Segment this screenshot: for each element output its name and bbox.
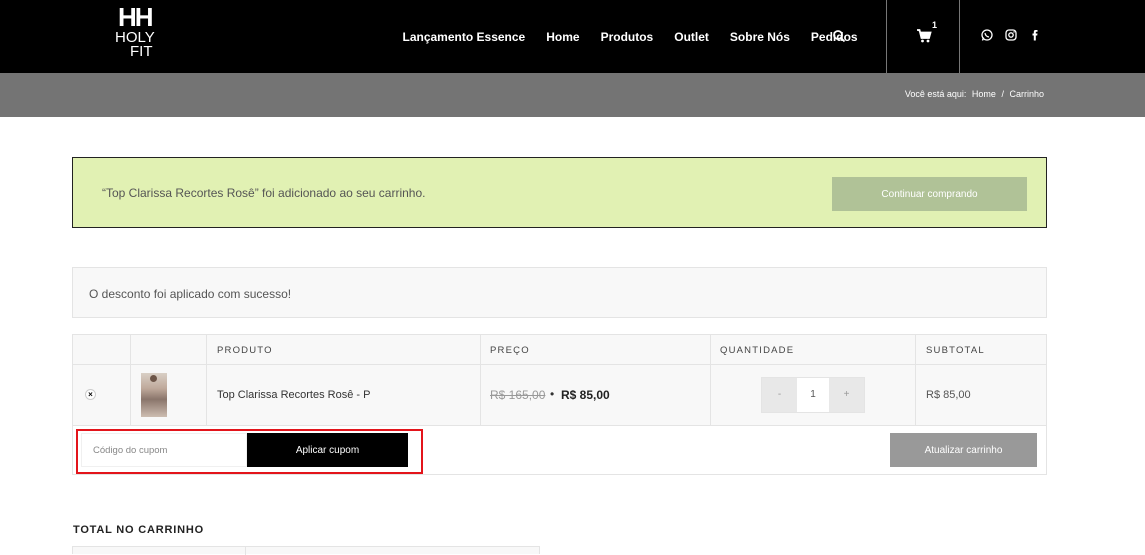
quantity-decrease-button[interactable]: - — [762, 378, 797, 412]
column-divider — [206, 335, 207, 426]
instagram-icon[interactable] — [1004, 28, 1018, 42]
coupon-highlight-box — [76, 429, 423, 474]
header-subtotal: SUBTOTAL — [926, 345, 985, 356]
shopping-cart-icon[interactable] — [916, 28, 932, 44]
nav-home[interactable]: Home — [546, 30, 579, 44]
nav-lancamento-essence[interactable]: Lançamento Essence — [403, 30, 526, 44]
nav-outlet[interactable]: Outlet — [674, 30, 709, 44]
header-price: PREÇO — [490, 345, 530, 356]
product-name-link[interactable]: Top Clarissa Recortes Rosê - P — [217, 389, 370, 401]
row-subtotal: R$ 85,00 — [926, 389, 971, 401]
header-divider — [959, 0, 960, 73]
header-quantity: QUANTIDADE — [720, 345, 795, 356]
header-divider — [886, 0, 887, 73]
product-thumbnail[interactable] — [141, 373, 167, 417]
column-divider — [480, 335, 481, 426]
column-divider — [915, 335, 916, 426]
sale-price: R$ 85,00 — [561, 388, 610, 402]
breadcrumb-current: Carrinho — [1009, 89, 1044, 99]
notice-message: “Top Clarissa Recortes Rosê” foi adicion… — [102, 186, 426, 200]
quantity-increase-button[interactable]: + — [829, 378, 864, 412]
quantity-stepper: - + — [761, 377, 865, 413]
search-icon[interactable] — [832, 29, 846, 43]
breadcrumb-prefix: Você está aqui: — [904, 89, 967, 99]
nav-produtos[interactable]: Produtos — [601, 30, 654, 44]
breadcrumb: Você está aqui: Home / Carrinho — [902, 89, 1044, 99]
main-nav: Lançamento Essence Home Produtos Outlet … — [392, 0, 868, 73]
logo-text-fit: FIT — [130, 43, 153, 60]
discount-applied-message: O desconto foi aplicado com sucesso! — [72, 267, 1047, 318]
column-divider — [710, 335, 711, 426]
price-separator: • — [550, 387, 555, 401]
cart-table-header: PRODUTO PREÇO QUANTIDADE SUBTOTAL — [73, 335, 1046, 365]
logo-monogram: HH — [118, 2, 154, 32]
column-divider — [130, 335, 131, 426]
remove-item-icon[interactable]: × — [85, 389, 96, 400]
update-cart-button[interactable]: Atualizar carrinho — [890, 433, 1037, 467]
cart-count-badge: 1 — [932, 20, 938, 30]
site-header: HH HOLY FIT Lançamento Essence Home Prod… — [0, 0, 1145, 73]
discount-message-text: O desconto foi aplicado com sucesso! — [89, 287, 292, 301]
facebook-icon[interactable] — [1028, 28, 1042, 42]
added-to-cart-notice: “Top Clarissa Recortes Rosê” foi adicion… — [72, 157, 1047, 228]
cart-table: PRODUTO PREÇO QUANTIDADE SUBTOTAL × Top … — [72, 334, 1047, 475]
header-product: PRODUTO — [217, 345, 273, 356]
continue-shopping-button[interactable]: Continuar comprando — [832, 177, 1027, 211]
holyfit-logo[interactable]: HH HOLY FIT — [112, 4, 172, 64]
whatsapp-icon[interactable] — [980, 28, 994, 42]
quantity-input[interactable] — [797, 378, 829, 412]
original-price: R$ 165,00 — [490, 388, 546, 402]
breadcrumb-home-link[interactable]: Home — [972, 89, 996, 99]
cart-totals-title: TOTAL NO CARRINHO — [73, 524, 204, 536]
nav-sobre-nos[interactable]: Sobre Nós — [730, 30, 790, 44]
cart-totals-table — [72, 546, 540, 555]
breadcrumb-separator: / — [1001, 89, 1004, 99]
